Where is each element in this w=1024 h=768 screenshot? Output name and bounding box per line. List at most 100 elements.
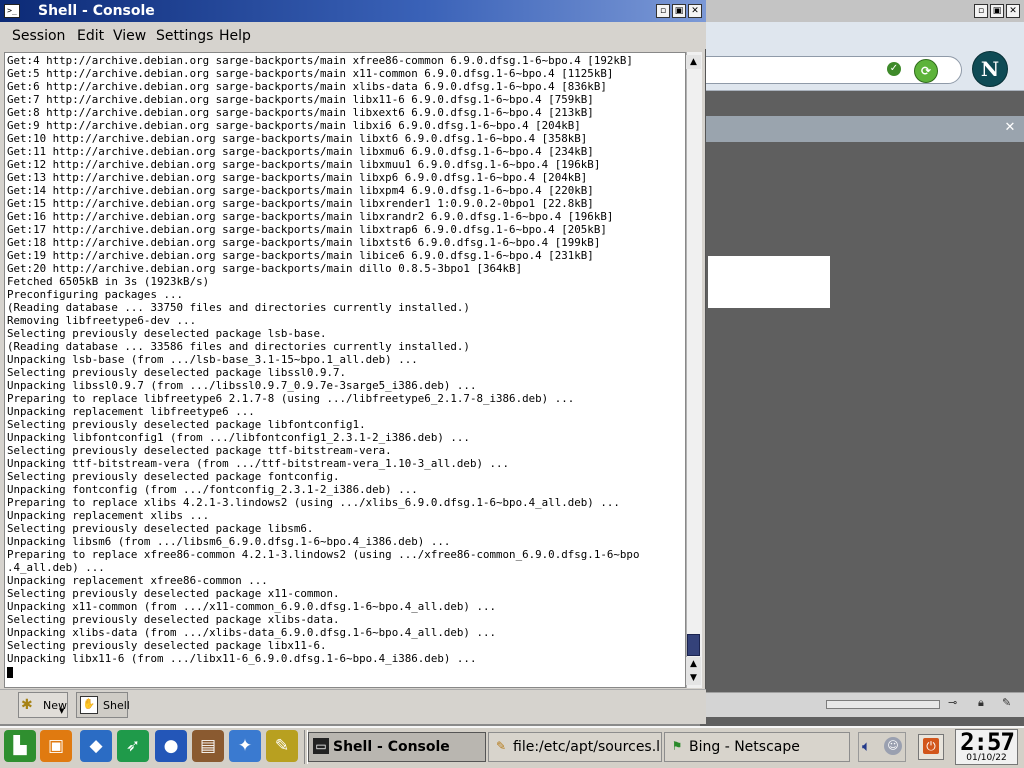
terminal-line: Get:4 http://archive.debian.org sarge-ba… xyxy=(7,54,633,67)
terminal-line: Unpacking replacement xfree86-common ... xyxy=(7,574,268,587)
user-icon[interactable]: ☺ xyxy=(884,737,902,755)
compose-pen-icon[interactable]: ✎ xyxy=(1002,696,1018,710)
terminal-line: Get:9 http://archive.debian.org sarge-ba… xyxy=(7,119,581,132)
start-menu-icon[interactable]: ▙ xyxy=(4,730,36,762)
security-lock-icon[interactable]: 🔒︎ xyxy=(978,696,994,710)
minimize-icon[interactable]: ▫ xyxy=(974,4,988,18)
chart-icon[interactable]: ✦ xyxy=(229,730,261,762)
shell-icon: ✋ xyxy=(80,696,98,714)
menu-help[interactable]: Help xyxy=(219,27,251,45)
terminal-line: Get:16 http://archive.debian.org sarge-b… xyxy=(7,210,614,223)
terminal-line: Unpacking ttf-bitstream-vera (from .../t… xyxy=(7,457,510,470)
maximize-icon[interactable]: ▣ xyxy=(990,4,1004,18)
terminal-line: Selecting previously deselected package … xyxy=(7,613,340,626)
terminal-line: Unpacking libx11-6 (from .../libx11-6_6.… xyxy=(7,652,477,665)
terminal-line: (Reading database ... 33586 files and di… xyxy=(7,340,470,353)
search-go-icon[interactable]: ⟳ xyxy=(914,59,938,83)
terminal-line: Preconfiguring packages ... xyxy=(7,288,184,301)
volume-icon[interactable]: 🔈︎ xyxy=(862,737,880,755)
close-icon[interactable]: ✕ xyxy=(688,4,702,18)
console-menubar xyxy=(0,22,706,49)
terminal-line: Selecting previously deselected package … xyxy=(7,444,392,457)
terminal-line: Get:17 http://archive.debian.org sarge-b… xyxy=(7,223,607,236)
power-button[interactable]: ⏻ xyxy=(918,734,944,760)
terminal-line: Selecting previously deselected package … xyxy=(7,639,327,652)
terminal-line: Unpacking fontconfig (from .../fontconfi… xyxy=(7,483,418,496)
terminal-line: Get:14 http://archive.debian.org sarge-b… xyxy=(7,184,594,197)
terminal-line: Unpacking libfontconfig1 (from .../libfo… xyxy=(7,431,470,444)
scroll-down-icon[interactable]: ▼ xyxy=(686,671,701,685)
terminal-output[interactable]: Get:4 http://archive.debian.org sarge-ba… xyxy=(4,52,686,688)
terminal-line: Get:5 http://archive.debian.org sarge-ba… xyxy=(7,67,614,80)
task-label: Bing - Netscape xyxy=(689,739,800,755)
terminal-line: Get:15 http://archive.debian.org sarge-b… xyxy=(7,197,594,210)
terminal-line: Preparing to replace xlibs 4.2.1-3.lindo… xyxy=(7,496,620,509)
terminal-scrollbar[interactable] xyxy=(686,52,702,688)
menu-session[interactable]: Session xyxy=(12,27,65,45)
netscape-tab-bar xyxy=(700,116,1024,142)
terminal-line: Preparing to replace xfree86-common 4.2.… xyxy=(7,548,640,561)
terminal-line: Get:13 http://archive.debian.org sarge-b… xyxy=(7,171,588,184)
life-jacket-icon[interactable]: ▣ xyxy=(40,730,72,762)
minimize-icon[interactable]: ▫ xyxy=(656,4,670,18)
menu-settings[interactable]: Settings xyxy=(156,27,213,45)
terminal-line: Unpacking libssl0.9.7 (from .../libssl0.… xyxy=(7,379,477,392)
task-bing-netscape[interactable]: ⚑ Bing - Netscape xyxy=(664,732,850,762)
menu-view[interactable]: View xyxy=(113,27,146,45)
menu-edit[interactable]: Edit xyxy=(77,27,104,45)
shell-session-tab[interactable]: ✋ Shell xyxy=(76,692,130,718)
task-shell-console[interactable]: ▭ Shell - Console xyxy=(308,732,486,762)
clock-date: 01/10/22 xyxy=(966,753,1007,763)
terminal-line: Get:10 http://archive.debian.org sarge-b… xyxy=(7,132,588,145)
terminal-line: Get:6 http://archive.debian.org sarge-ba… xyxy=(7,80,607,93)
scrollbar-thumb[interactable] xyxy=(687,634,700,656)
new-session-button[interactable]: ✱ New ▼ xyxy=(18,692,68,718)
netscape-window[interactable]: ▫ ▣ ✕ ✓ ⟳ N ✕ ⊸ 🔒︎ ✎ xyxy=(700,0,1024,726)
shell-session-label: Shell xyxy=(103,699,130,712)
task-label: Shell - Console xyxy=(333,739,450,755)
terminal-line: Selecting previously deselected package … xyxy=(7,366,347,379)
terminal-line: Selecting previously deselected package … xyxy=(7,587,340,600)
connection-plug-icon[interactable]: ⊸ xyxy=(948,697,970,709)
edit-icon: ✎ xyxy=(495,739,507,753)
netscape-menubar xyxy=(700,22,1024,49)
terminal-line: Unpacking libsm6 (from .../libsm6_6.9.0.… xyxy=(7,535,451,548)
terminal-line: Selecting previously deselected package … xyxy=(7,522,314,535)
terminal-icon: ▭ xyxy=(313,738,329,754)
scroll-up-icon[interactable]: ▲ xyxy=(686,55,701,69)
page-content-box xyxy=(708,256,830,308)
cube-icon[interactable]: ◆ xyxy=(80,730,112,762)
terminal-line: Unpacking x11-common (from .../x11-commo… xyxy=(7,600,497,613)
netscape-icon: ⚑ xyxy=(671,739,683,753)
broom-icon[interactable]: ✎ xyxy=(266,730,298,762)
close-icon[interactable]: ✕ xyxy=(1006,4,1020,18)
terminal-line: Get:18 http://archive.debian.org sarge-b… xyxy=(7,236,601,249)
console-window[interactable]: >_ Shell - Console ▫ ▣ ✕ Session Edit Vi… xyxy=(0,0,706,724)
terminal-line: Unpacking xlibs-data (from .../xlibs-dat… xyxy=(7,626,497,639)
maximize-icon[interactable]: ▣ xyxy=(672,4,686,18)
terminal-line: Preparing to replace libfreetype6 2.1.7-… xyxy=(7,392,575,405)
terminal-line: Unpacking replacement libfreetype6 ... xyxy=(7,405,255,418)
terminal-line: (Reading database ... 33750 files and di… xyxy=(7,301,470,314)
window-menu-icon[interactable]: >_ xyxy=(4,4,20,18)
task-sources-list[interactable]: ✎ file:/etc/apt/sources.list xyxy=(488,732,662,762)
terminal-line: Unpacking replacement xlibs ... xyxy=(7,509,210,522)
scroll-up-icon[interactable]: ▲ xyxy=(686,657,701,671)
globe-icon[interactable]: ● xyxy=(155,730,187,762)
terminal-line: Unpacking lsb-base (from .../lsb-base_3.… xyxy=(7,353,418,366)
loading-progress-bar xyxy=(826,700,940,709)
window-title: Shell - Console xyxy=(38,3,155,19)
terminal-line: Get:11 http://archive.debian.org sarge-b… xyxy=(7,145,594,158)
power-icon: ⏻ xyxy=(923,738,939,754)
terminal-cursor xyxy=(7,666,13,678)
clock[interactable]: 2:57 01/10/22 xyxy=(955,728,1018,765)
netscape-logo-icon[interactable]: N xyxy=(972,51,1008,87)
terminal-text[interactable]: Get:4 http://archive.debian.org sarge-ba… xyxy=(5,53,685,678)
runner-icon[interactable]: ➶ xyxy=(117,730,149,762)
terminal-line: .4_all.deb) ... xyxy=(7,561,105,574)
chevron-down-icon[interactable]: ▼ xyxy=(59,707,64,715)
tab-close-icon[interactable]: ✕ xyxy=(1002,120,1018,136)
terminal-line: Get:12 http://archive.debian.org sarge-b… xyxy=(7,158,601,171)
clock-time: 2:57 xyxy=(960,728,1015,756)
printer-icon[interactable]: ▤ xyxy=(192,730,224,762)
